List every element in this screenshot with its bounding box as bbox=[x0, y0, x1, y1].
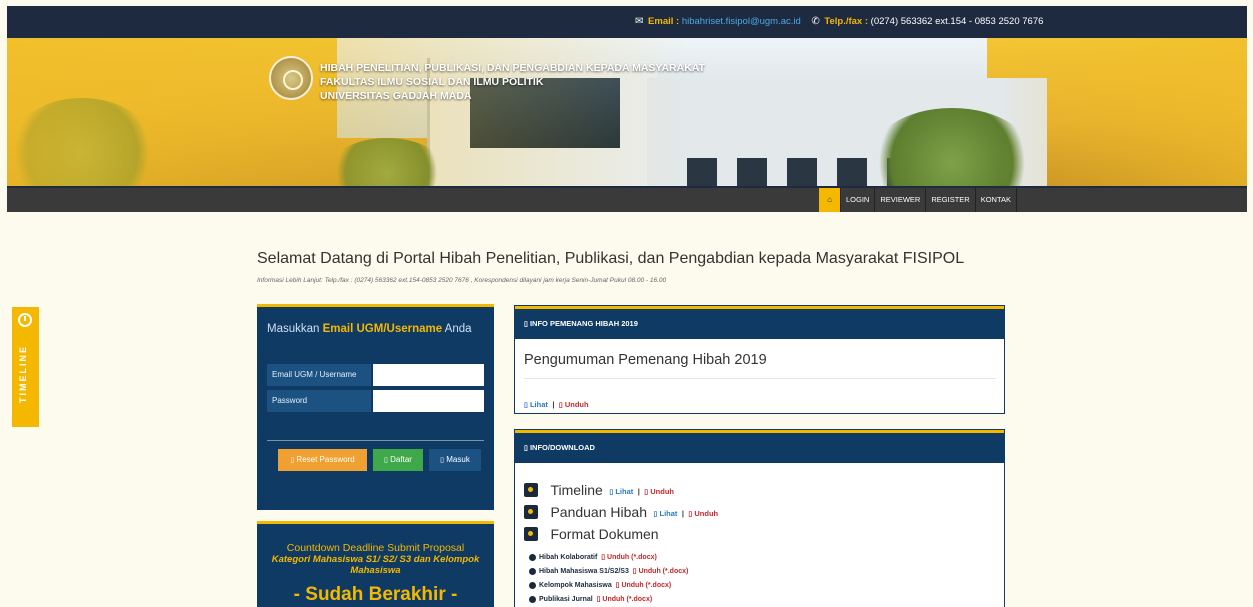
email-label: Email : bbox=[648, 16, 680, 27]
timeline-tab[interactable]: TIMELINE bbox=[12, 307, 39, 427]
chevron-circle-icon bbox=[529, 595, 536, 603]
site-title-line1: HIBAH PENELITIAN, PUBLIKASI, DAN PENGABD… bbox=[320, 62, 706, 74]
daftar-button[interactable]: ▯ Daftar bbox=[373, 449, 423, 471]
countdown-box: Countdown Deadline Submit Proposal Kateg… bbox=[257, 521, 494, 607]
login-heading: Masukkan Email UGM/Username Anda bbox=[267, 323, 472, 335]
header-banner: HIBAH PENELITIAN, PUBLIKASI, DAN PENGABD… bbox=[7, 38, 1247, 186]
timeline-tab-label: TIMELINE bbox=[18, 345, 28, 403]
winner-lihat-link[interactable]: ▯ Lihat bbox=[524, 400, 548, 409]
doc-item: Publikasi Jurnal ▯ Unduh (*.docx) bbox=[529, 595, 652, 606]
doc-unduh-link[interactable]: ▯ Unduh (*.docx) bbox=[597, 596, 653, 603]
doc-item: Hibah Kolaboratif ▯ Unduh (*.docx) bbox=[529, 553, 657, 564]
top-contact-bar: ✉ Email : hibahriset.fisipol@ugm.ac.id ✆… bbox=[7, 6, 1247, 38]
chevron-circle-icon bbox=[529, 553, 536, 561]
phone-value: (0274) 563362 ext.154 - 0853 2520 7676 bbox=[870, 16, 1044, 27]
chevron-circle-icon bbox=[529, 567, 536, 575]
welcome-title: Selamat Datang di Portal Hibah Penelitia… bbox=[257, 250, 965, 267]
nav-kontak[interactable]: KONTAK bbox=[976, 188, 1017, 212]
format-item-label: Format Dokumen bbox=[550, 525, 659, 542]
email-field[interactable] bbox=[373, 364, 484, 386]
chevron-right-icon bbox=[524, 504, 538, 519]
winner-links: ▯ Lihat | ▯ Unduh bbox=[524, 400, 589, 409]
welcome-subtitle: Informasi Lebih Lanjut: Telp./fax : (027… bbox=[257, 277, 667, 284]
panduan-item-label: Panduan Hibah bbox=[550, 503, 647, 520]
password-field-label: Password bbox=[267, 390, 371, 412]
countdown-status: - Sudah Berakhir - bbox=[293, 584, 458, 605]
login-divider bbox=[267, 440, 484, 441]
masuk-button[interactable]: ▯ Masuk bbox=[429, 449, 481, 471]
winner-title: Pengumuman Pemenang Hibah 2019 bbox=[524, 352, 767, 368]
nav-register[interactable]: REGISTER bbox=[926, 188, 976, 212]
doc-unduh-link[interactable]: ▯ Unduh (*.docx) bbox=[633, 568, 689, 575]
email-field-label: Email UGM / Username bbox=[267, 364, 371, 386]
timeline-unduh-link[interactable]: ▯ Unduh bbox=[644, 487, 674, 496]
format-item: Format Dokumen bbox=[524, 525, 659, 542]
main-navbar: ⌂ LOGIN REVIEWER REGISTER KONTAK bbox=[7, 186, 1247, 212]
countdown-category: Kategori Mahasiswa S1/ S2/ S3 dan Kelomp… bbox=[271, 554, 480, 576]
doc-unduh-link[interactable]: ▯ Unduh (*.docx) bbox=[616, 582, 672, 589]
contact-info: ✉ Email : hibahriset.fisipol@ugm.ac.id ✆… bbox=[635, 16, 1043, 27]
password-row: Password bbox=[267, 390, 484, 412]
chevron-right-icon bbox=[524, 526, 538, 541]
login-form: Masukkan Email UGM/Username Anda Email U… bbox=[257, 304, 494, 510]
phone-icon: ✆ bbox=[811, 16, 820, 27]
email-row: Email UGM / Username bbox=[267, 364, 484, 386]
winner-panel: ▯ INFO PEMENANG HIBAH 2019 Pengumuman Pe… bbox=[514, 305, 1005, 414]
doc-item: Hibah Mahasiswa S1/S2/S3 ▯ Unduh (*.docx… bbox=[529, 567, 688, 578]
doc-unduh-link[interactable]: ▯ Unduh (*.docx) bbox=[601, 554, 657, 561]
envelope-icon: ✉ bbox=[635, 16, 644, 27]
timeline-item: Timeline ▯ Lihat | ▯ Unduh bbox=[524, 481, 674, 498]
chevron-right-icon bbox=[524, 482, 538, 497]
winner-panel-header: ▯ INFO PEMENANG HIBAH 2019 bbox=[515, 306, 1004, 339]
site-title-line3: UNIVERSITAS GADJAH MADA bbox=[320, 90, 472, 102]
panduan-lihat-link[interactable]: ▯ Lihat bbox=[651, 509, 678, 518]
timeline-item-label: Timeline bbox=[550, 481, 603, 498]
site-title: HIBAH PENELITIAN, PUBLIKASI, DAN PENGABD… bbox=[320, 61, 705, 103]
nav-login[interactable]: LOGIN bbox=[841, 188, 876, 212]
panduan-unduh-link[interactable]: ▯ Unduh bbox=[688, 509, 718, 518]
panduan-item: Panduan Hibah ▯ Lihat | ▯ Unduh bbox=[524, 503, 718, 520]
nav-menu: ⌂ LOGIN REVIEWER REGISTER KONTAK bbox=[819, 188, 1017, 212]
winner-unduh-link[interactable]: ▯ Unduh bbox=[559, 400, 589, 409]
timeline-lihat-link[interactable]: ▯ Lihat bbox=[607, 487, 633, 496]
winner-divider bbox=[524, 378, 996, 379]
site-title-line2: FAKULTAS ILMU SOSIAL DAN ILMU POLITIK bbox=[320, 76, 544, 88]
phone-label: Telp./fax : bbox=[824, 16, 869, 27]
countdown-title: Countdown Deadline Submit Proposal bbox=[286, 542, 465, 554]
download-panel-header: ▯ INFO/DOWNLOAD bbox=[515, 430, 1004, 463]
ugm-logo[interactable] bbox=[269, 56, 313, 100]
nav-home-icon[interactable]: ⌂ bbox=[819, 188, 841, 212]
clock-icon bbox=[18, 313, 32, 327]
password-field[interactable] bbox=[373, 390, 484, 412]
nav-reviewer[interactable]: REVIEWER bbox=[875, 188, 927, 212]
reset-password-button[interactable]: ▯ Reset Password bbox=[278, 449, 367, 471]
email-link[interactable]: hibahriset.fisipol@ugm.ac.id bbox=[682, 16, 801, 27]
download-panel: ▯ INFO/DOWNLOAD Timeline ▯ Lihat | ▯ Und… bbox=[514, 429, 1005, 607]
doc-item: Kelompok Mahasiswa ▯ Unduh (*.docx) bbox=[529, 581, 671, 592]
chevron-circle-icon bbox=[529, 581, 536, 589]
